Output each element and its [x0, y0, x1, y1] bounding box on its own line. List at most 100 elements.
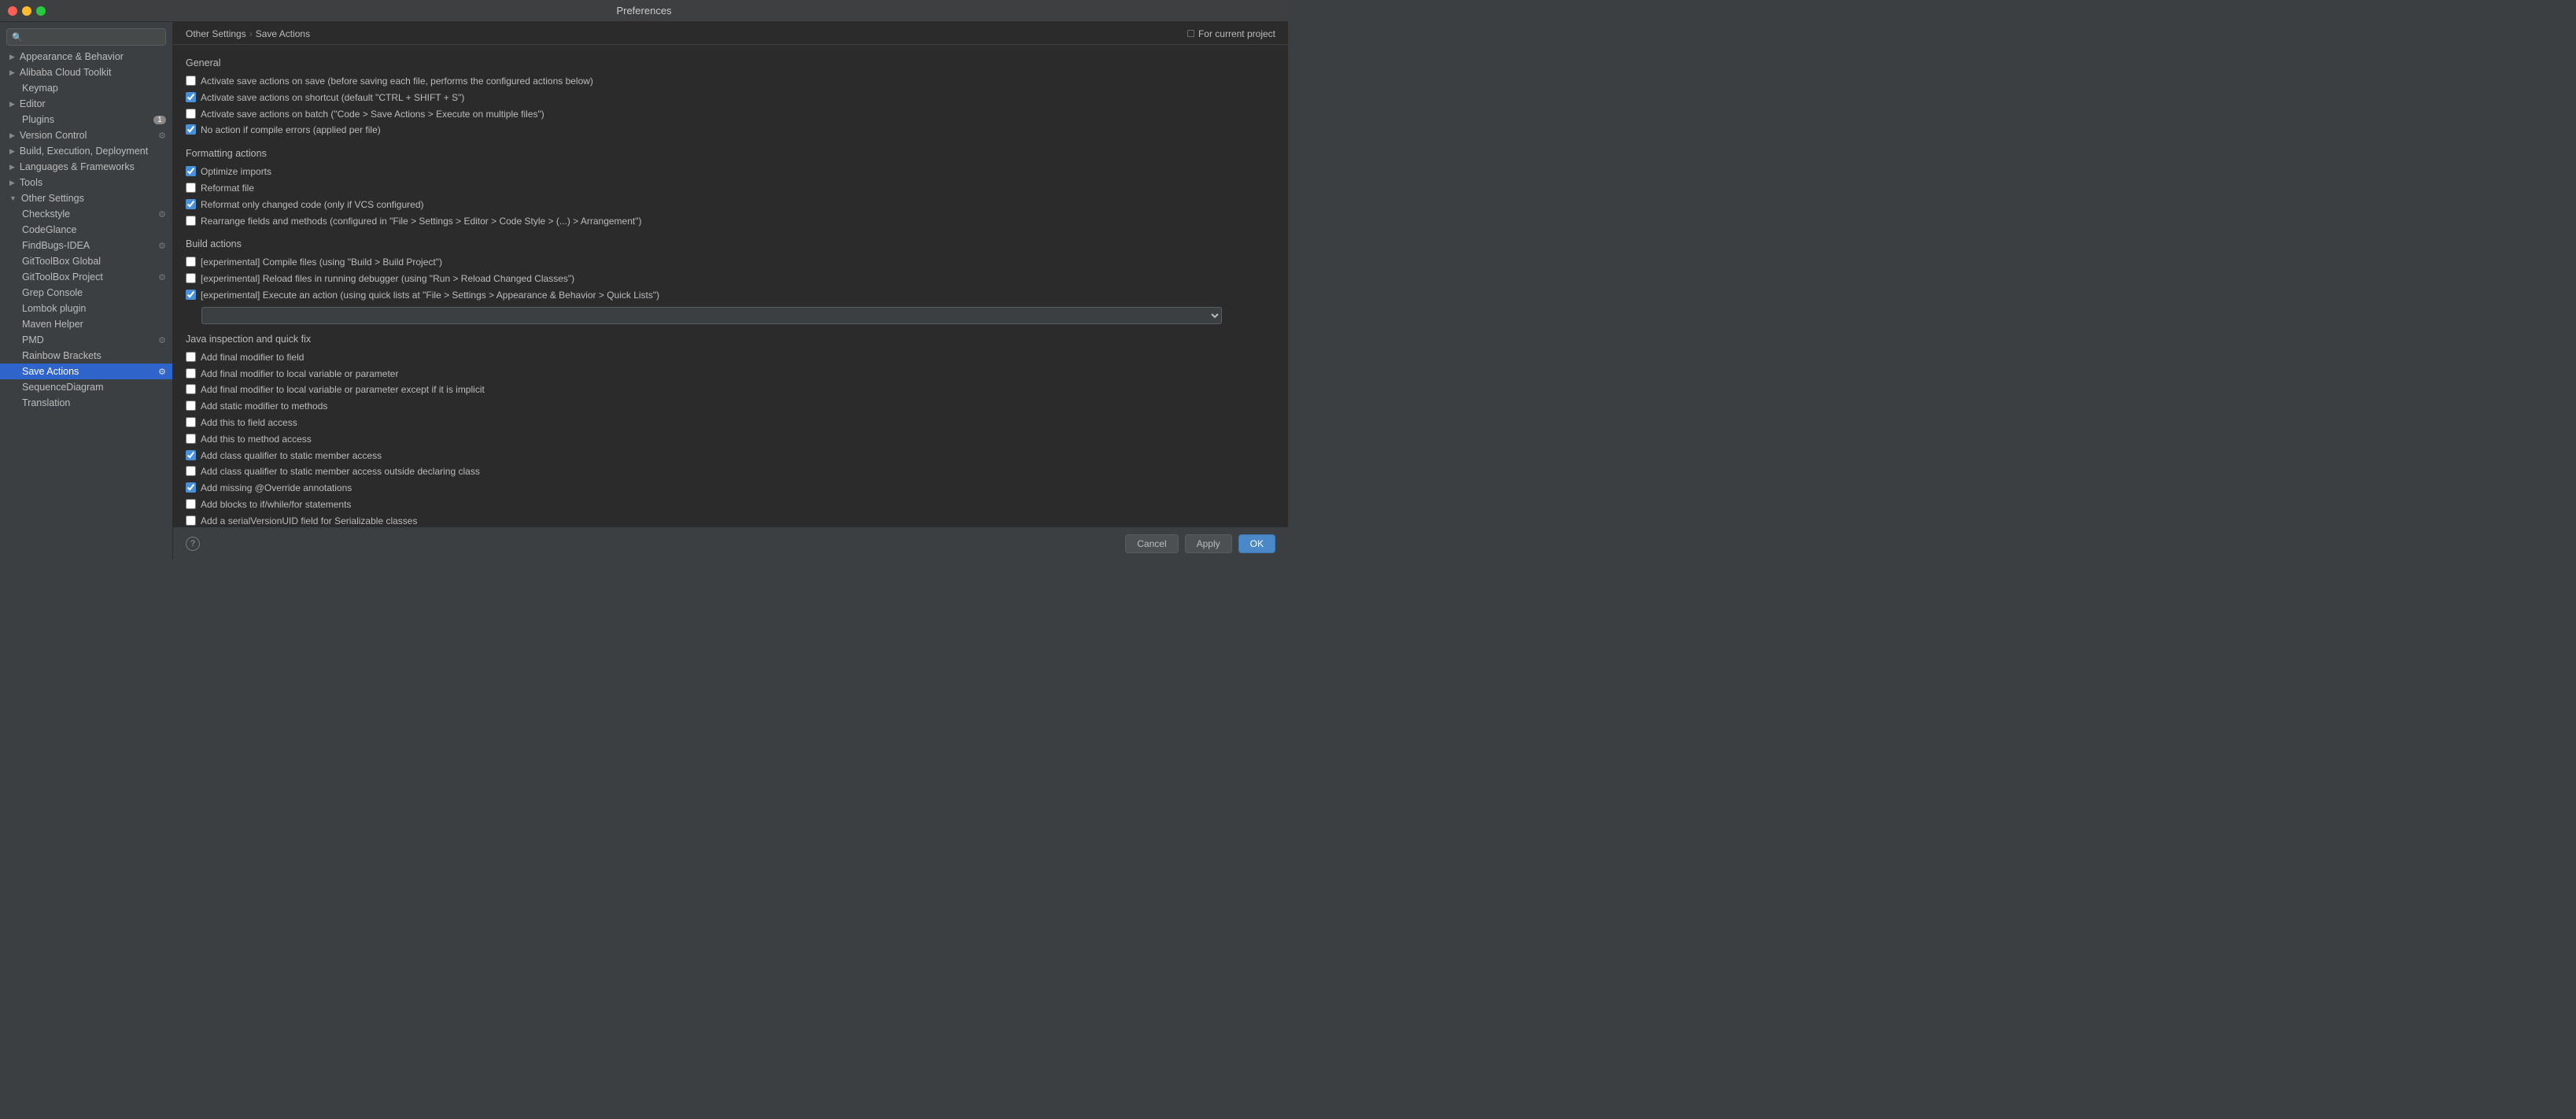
sidebar-item-gittoolbox-project[interactable]: GitToolBox Project ⚙	[0, 269, 172, 285]
no-action-compile-checkbox[interactable]	[186, 124, 196, 135]
checkbox-activate-on-save: Activate save actions on save (before sa…	[186, 73, 1275, 90]
add-blocks-checkbox[interactable]	[186, 499, 196, 509]
compile-files-label[interactable]: [experimental] Compile files (using "Bui…	[201, 256, 442, 269]
quick-list-dropdown[interactable]	[201, 307, 1222, 324]
breadcrumb-part-2: Save Actions	[256, 28, 310, 39]
reload-files-checkbox[interactable]	[186, 273, 196, 283]
sidebar-item-alibaba[interactable]: ▶ Alibaba Cloud Toolkit	[0, 65, 172, 80]
optimize-imports-checkbox[interactable]	[186, 166, 196, 176]
sidebar-item-pmd[interactable]: PMD ⚙	[0, 332, 172, 348]
add-this-method-label[interactable]: Add this to method access	[201, 433, 312, 446]
reformat-file-checkbox[interactable]	[186, 183, 196, 193]
execute-action-checkbox[interactable]	[186, 290, 196, 300]
add-static-modifier-checkbox[interactable]	[186, 401, 196, 411]
no-action-compile-label[interactable]: No action if compile errors (applied per…	[201, 124, 381, 137]
help-button[interactable]: ?	[186, 537, 200, 551]
sidebar-item-label: Plugins	[22, 114, 54, 125]
add-final-local-except-checkbox[interactable]	[186, 384, 196, 394]
sidebar-item-label: Appearance & Behavior	[20, 51, 124, 62]
activate-on-shortcut-checkbox[interactable]	[186, 92, 196, 102]
sidebar-item-keymap[interactable]: Keymap	[0, 80, 172, 96]
checkbox-add-final-local: Add final modifier to local variable or …	[186, 366, 1275, 382]
add-class-qualifier-static-label[interactable]: Add class qualifier to static member acc…	[201, 449, 382, 463]
sidebar-item-lombok[interactable]: Lombok plugin	[0, 301, 172, 316]
sidebar-item-label: SequenceDiagram	[22, 382, 104, 393]
sidebar-item-build[interactable]: ▶ Build, Execution, Deployment	[0, 143, 172, 159]
activate-on-shortcut-label[interactable]: Activate save actions on shortcut (defau…	[201, 91, 464, 105]
title-bar: Preferences	[0, 0, 1288, 22]
sidebar-item-codeglance[interactable]: CodeGlance	[0, 222, 172, 238]
minimize-button[interactable]	[22, 6, 31, 16]
close-button[interactable]	[8, 6, 17, 16]
reformat-changed-label[interactable]: Reformat only changed code (only if VCS …	[201, 198, 423, 212]
activate-on-batch-checkbox[interactable]	[186, 109, 196, 119]
add-this-field-checkbox[interactable]	[186, 417, 196, 427]
add-override-label[interactable]: Add missing @Override annotations	[201, 482, 352, 495]
search-input[interactable]	[26, 31, 161, 42]
add-class-qualifier-outside-checkbox[interactable]	[186, 466, 196, 476]
for-current-project-label: For current project	[1198, 28, 1275, 39]
checkbox-add-final-local-except: Add final modifier to local variable or …	[186, 382, 1275, 398]
checkbox-add-static-modifier: Add static modifier to methods	[186, 398, 1275, 415]
sidebar-item-editor[interactable]: ▶ Editor	[0, 96, 172, 112]
activate-on-save-checkbox[interactable]	[186, 76, 196, 86]
help-icon-char: ?	[190, 539, 195, 548]
sidebar-item-label: Editor	[20, 98, 46, 109]
sidebar-item-appearance[interactable]: ▶ Appearance & Behavior	[0, 49, 172, 65]
add-this-field-label[interactable]: Add this to field access	[201, 416, 297, 430]
search-icon: 🔍	[12, 32, 23, 42]
formatting-title: Formatting actions	[186, 148, 1275, 159]
sidebar-item-languages[interactable]: ▶ Languages & Frameworks	[0, 159, 172, 175]
quick-list-dropdown-row	[201, 307, 1275, 324]
search-box[interactable]: 🔍	[6, 28, 166, 46]
add-final-local-except-label[interactable]: Add final modifier to local variable or …	[201, 383, 485, 397]
ok-button[interactable]: OK	[1238, 534, 1275, 553]
maximize-button[interactable]	[36, 6, 46, 16]
sidebar-item-sequence-diagram[interactable]: SequenceDiagram	[0, 379, 172, 395]
sidebar-item-translation[interactable]: Translation	[0, 395, 172, 411]
add-serial-checkbox[interactable]	[186, 515, 196, 526]
arrow-icon: ▶	[9, 100, 15, 109]
java-section: Java inspection and quick fix Add final …	[186, 334, 1275, 527]
rearrange-fields-checkbox[interactable]	[186, 216, 196, 226]
sidebar-item-checkstyle[interactable]: Checkstyle ⚙	[0, 206, 172, 222]
sidebar-item-findbugs[interactable]: FindBugs-IDEA ⚙	[0, 238, 172, 253]
add-override-checkbox[interactable]	[186, 482, 196, 493]
add-final-field-checkbox[interactable]	[186, 352, 196, 362]
add-final-local-checkbox[interactable]	[186, 368, 196, 379]
rearrange-fields-label[interactable]: Rearrange fields and methods (configured…	[201, 215, 641, 228]
sidebar-item-plugins[interactable]: Plugins 1	[0, 112, 172, 127]
sidebar-item-gittoolbox-global[interactable]: GitToolBox Global	[0, 253, 172, 269]
sidebar-item-save-actions[interactable]: Save Actions ⚙	[0, 364, 172, 379]
add-class-qualifier-outside-label[interactable]: Add class qualifier to static member acc…	[201, 465, 480, 478]
execute-action-label[interactable]: [experimental] Execute an action (using …	[201, 289, 659, 302]
add-final-field-label[interactable]: Add final modifier to field	[201, 351, 304, 364]
apply-button[interactable]: Apply	[1185, 534, 1232, 553]
sidebar-item-tools[interactable]: ▶ Tools	[0, 175, 172, 190]
sidebar-item-label: Grep Console	[22, 287, 83, 298]
reformat-file-label[interactable]: Reformat file	[201, 182, 254, 195]
add-final-local-label[interactable]: Add final modifier to local variable or …	[201, 367, 398, 381]
optimize-imports-label[interactable]: Optimize imports	[201, 165, 271, 179]
cancel-button[interactable]: Cancel	[1125, 534, 1178, 553]
add-blocks-label[interactable]: Add blocks to if/while/for statements	[201, 498, 351, 511]
add-static-modifier-label[interactable]: Add static modifier to methods	[201, 400, 327, 413]
sidebar-item-label: Maven Helper	[22, 319, 83, 330]
activate-on-batch-label[interactable]: Activate save actions on batch ("Code > …	[201, 108, 544, 121]
settings-icon: ⚙	[158, 209, 166, 220]
checkbox-add-blocks: Add blocks to if/while/for statements	[186, 497, 1275, 513]
for-current-project-area: ☐ For current project	[1187, 28, 1275, 39]
sidebar-item-grep-console[interactable]: Grep Console	[0, 285, 172, 301]
sidebar-item-maven-helper[interactable]: Maven Helper	[0, 316, 172, 332]
sidebar-item-version-control[interactable]: ▶ Version Control ⚙	[0, 127, 172, 143]
activate-on-save-label[interactable]: Activate save actions on save (before sa…	[201, 75, 593, 88]
sidebar-item-rainbow-brackets[interactable]: Rainbow Brackets	[0, 348, 172, 364]
add-class-qualifier-static-checkbox[interactable]	[186, 450, 196, 460]
reformat-changed-checkbox[interactable]	[186, 199, 196, 209]
compile-files-checkbox[interactable]	[186, 257, 196, 267]
add-this-method-checkbox[interactable]	[186, 434, 196, 444]
add-serial-label[interactable]: Add a serialVersionUID field for Seriali…	[201, 515, 417, 527]
reload-files-label[interactable]: [experimental] Reload files in running d…	[201, 272, 574, 286]
sidebar: 🔍 ▶ Appearance & Behavior ▶ Alibaba Clou…	[0, 22, 173, 560]
sidebar-item-other-settings[interactable]: ▼ Other Settings	[0, 190, 172, 206]
